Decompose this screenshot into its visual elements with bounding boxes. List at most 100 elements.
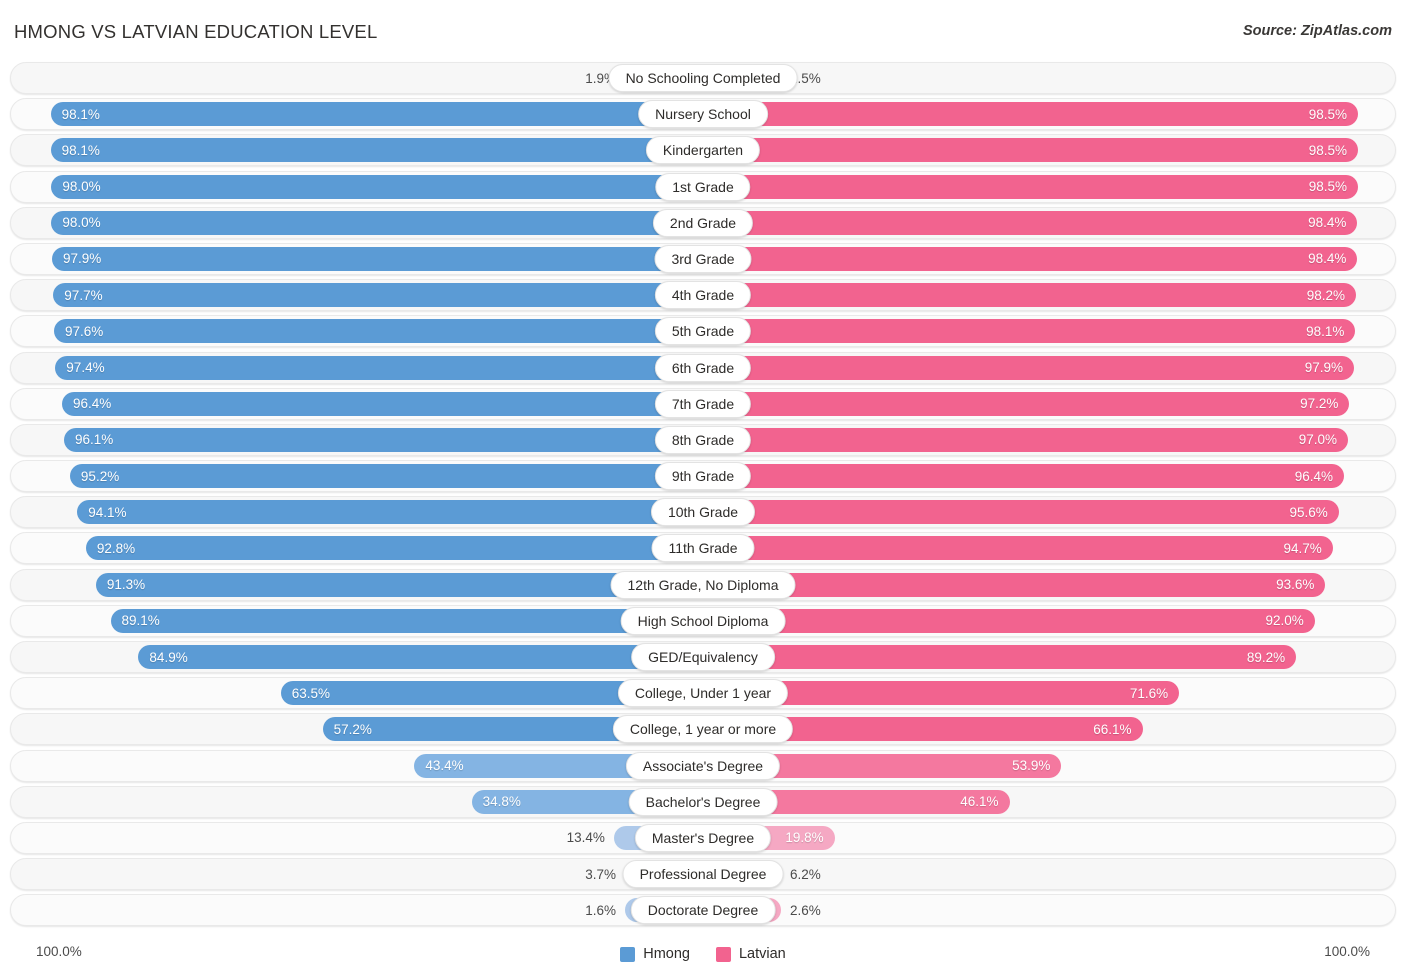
latvian-value-label: 6.2% bbox=[790, 858, 821, 890]
bar-row: 89.1%92.0%High School Diploma bbox=[0, 605, 1406, 637]
hmong-bar: 98.0% bbox=[51, 211, 703, 235]
category-label-pill: 9th Grade bbox=[655, 462, 751, 490]
latvian-value-label: 71.6% bbox=[1130, 686, 1168, 701]
hmong-bar: 97.9% bbox=[52, 247, 703, 271]
latvian-value-label: 93.6% bbox=[1276, 577, 1314, 592]
bar-row: 97.4%97.9%6th Grade bbox=[0, 352, 1406, 384]
latvian-value-label: 46.1% bbox=[960, 794, 998, 809]
category-label-pill: 3rd Grade bbox=[654, 245, 751, 273]
latvian-bar: 98.4% bbox=[703, 247, 1357, 271]
bar-row: 97.9% 98.4%3rd Grade bbox=[0, 243, 1406, 275]
bar-row: 13.4%19.8%Master's Degree bbox=[0, 822, 1406, 854]
hmong-value-label: 97.6% bbox=[65, 324, 103, 339]
hmong-bar: 96.4% bbox=[62, 392, 703, 416]
bar-row: 97.6% 98.1%5th Grade bbox=[0, 315, 1406, 347]
bar-row: 98.1% 98.5% Nursery School bbox=[0, 98, 1406, 130]
legend-item[interactable]: Latvian bbox=[716, 946, 786, 962]
hmong-bar: 89.1% bbox=[111, 609, 704, 633]
bar-row: 34.8%46.1%Bachelor's Degree bbox=[0, 786, 1406, 818]
hmong-value-label: 98.0% bbox=[62, 215, 100, 230]
legend-swatch-icon bbox=[620, 947, 635, 962]
hmong-bar: 97.6% bbox=[54, 319, 703, 343]
latvian-bar: 98.5% bbox=[703, 175, 1358, 199]
category-label-pill: 12th Grade, No Diploma bbox=[611, 571, 796, 599]
chart-root: HMONG VS LATVIAN EDUCATION LEVEL Source:… bbox=[0, 0, 1406, 975]
category-label-pill: No Schooling Completed bbox=[609, 64, 798, 92]
hmong-value-label: 1.6% bbox=[585, 894, 616, 926]
bar-row: 98.0%98.4%2nd Grade bbox=[0, 207, 1406, 239]
category-label-pill: Kindergarten bbox=[646, 136, 760, 164]
bar-row: 1.9%1.5%No Schooling Completed bbox=[0, 62, 1406, 94]
hmong-bar: 92.8% bbox=[86, 536, 703, 560]
hmong-bar: 95.2% bbox=[70, 464, 703, 488]
category-label-pill: GED/Equivalency bbox=[631, 643, 775, 671]
hmong-value-label: 97.4% bbox=[66, 360, 104, 375]
category-label-pill: 4th Grade bbox=[655, 281, 751, 309]
category-label-pill: 5th Grade bbox=[655, 317, 751, 345]
category-label-pill: Professional Degree bbox=[623, 860, 784, 888]
hmong-value-label: 84.9% bbox=[149, 650, 187, 665]
bar-row: 91.3% 93.6% 12th Grade, No Diploma bbox=[0, 569, 1406, 601]
bar-row: 3.7%6.2%Professional Degree bbox=[0, 858, 1406, 890]
source-attribution: Source: ZipAtlas.com bbox=[1243, 23, 1392, 39]
hmong-value-label: 13.4% bbox=[567, 822, 605, 854]
latvian-bar: 98.5% bbox=[703, 138, 1358, 162]
latvian-bar: 96.4% bbox=[703, 464, 1344, 488]
category-label-pill: Doctorate Degree bbox=[631, 896, 776, 924]
bar-row: 98.0% 98.5% 1st Grade bbox=[0, 171, 1406, 203]
latvian-bar: 92.0% bbox=[703, 609, 1315, 633]
latvian-value-label: 92.0% bbox=[1266, 613, 1304, 628]
bar-row: 95.2% 96.4% 9th Grade bbox=[0, 460, 1406, 492]
hmong-value-label: 97.9% bbox=[63, 251, 101, 266]
hmong-value-label: 98.1% bbox=[62, 143, 100, 158]
latvian-value-label: 97.2% bbox=[1300, 396, 1338, 411]
hmong-value-label: 43.4% bbox=[425, 758, 463, 773]
hmong-bar: 98.1% bbox=[51, 138, 703, 162]
category-label-pill: 1st Grade bbox=[655, 173, 750, 201]
latvian-value-label: 98.5% bbox=[1309, 107, 1347, 122]
hmong-value-label: 95.2% bbox=[81, 469, 119, 484]
latvian-value-label: 98.4% bbox=[1308, 215, 1346, 230]
category-label-pill: Nursery School bbox=[638, 100, 768, 128]
chart-legend: Hmong Latvian bbox=[0, 941, 1406, 967]
bar-rows-container: 1.9%1.5%No Schooling Completed 98.1% 98.5%… bbox=[0, 62, 1406, 931]
latvian-value-label: 97.9% bbox=[1305, 360, 1343, 375]
hmong-bar: 96.1% bbox=[64, 428, 703, 452]
latvian-value-label: 96.4% bbox=[1295, 469, 1333, 484]
category-label-pill: 11th Grade bbox=[651, 534, 754, 562]
category-label-pill: College, 1 year or more bbox=[613, 715, 793, 743]
hmong-value-label: 94.1% bbox=[88, 505, 126, 520]
latvian-bar: 97.2% bbox=[703, 392, 1349, 416]
hmong-value-label: 97.7% bbox=[64, 288, 102, 303]
latvian-value-label: 97.0% bbox=[1299, 432, 1337, 447]
latvian-bar: 94.7% bbox=[703, 536, 1333, 560]
latvian-bar: 98.4% bbox=[703, 211, 1357, 235]
bar-row: 92.8%94.7%11th Grade bbox=[0, 532, 1406, 564]
latvian-value-label: 19.8% bbox=[785, 830, 823, 845]
hmong-bar: 98.0% bbox=[51, 175, 703, 199]
latvian-bar: 97.9% bbox=[703, 356, 1354, 380]
bar-row: 84.9% 89.2%GED/Equivalency bbox=[0, 641, 1406, 673]
hmong-value-label: 91.3% bbox=[107, 577, 145, 592]
hmong-value-label: 63.5% bbox=[292, 686, 330, 701]
hmong-bar: 84.9% bbox=[138, 645, 703, 669]
latvian-bar: 98.1% bbox=[703, 319, 1355, 343]
latvian-value-label: 95.6% bbox=[1289, 505, 1327, 520]
bar-row: 96.1% 97.0% 8th Grade bbox=[0, 424, 1406, 456]
bar-row: 1.6%2.6%Doctorate Degree bbox=[0, 894, 1406, 926]
hmong-bar: 94.1% bbox=[77, 500, 703, 524]
latvian-value-label: 53.9% bbox=[1012, 758, 1050, 773]
category-label-pill: 8th Grade bbox=[655, 426, 751, 454]
hmong-value-label: 98.1% bbox=[62, 107, 100, 122]
category-label-pill: College, Under 1 year bbox=[618, 679, 788, 707]
category-label-pill: 10th Grade bbox=[651, 498, 755, 526]
bar-row: 97.7% 98.2% 4th Grade bbox=[0, 279, 1406, 311]
legend-swatch-icon bbox=[716, 947, 731, 962]
legend-item[interactable]: Hmong bbox=[620, 946, 690, 962]
bar-row: 43.4%53.9%Associate's Degree bbox=[0, 750, 1406, 782]
latvian-bar: 89.2% bbox=[703, 645, 1296, 669]
latvian-value-label: 98.5% bbox=[1309, 179, 1347, 194]
hmong-value-label: 98.0% bbox=[62, 179, 100, 194]
latvian-bar: 93.6% bbox=[703, 573, 1325, 597]
latvian-value-label: 98.2% bbox=[1307, 288, 1345, 303]
